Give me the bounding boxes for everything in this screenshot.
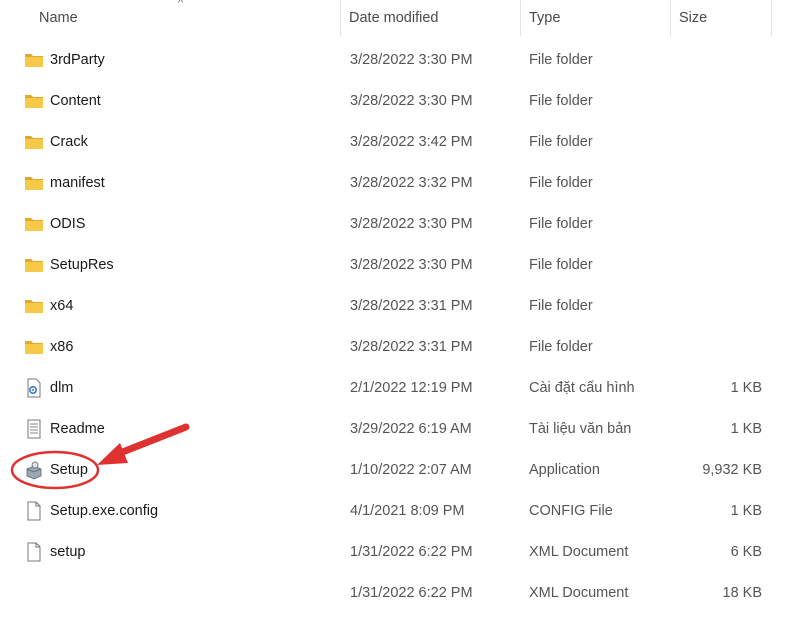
column-header-type[interactable]: Type [529, 0, 560, 36]
file-size [670, 208, 762, 240]
file-row-setup[interactable]: Setup 1/10/2022 2:07 AM Application 9,932 K… [0, 454, 787, 486]
column-header-date-modified[interactable]: Date modified [349, 0, 438, 36]
file-type: File folder [529, 216, 593, 232]
file-date-modified: 1/31/2022 6:22 PM [350, 585, 473, 601]
folder-icon [24, 50, 44, 70]
file-row[interactable]: ODIS 3/28/2022 3:30 PM File folder [0, 208, 787, 240]
file-size [670, 290, 762, 322]
file-date-modified: 2/1/2022 12:19 PM [350, 380, 473, 396]
file-type: File folder [529, 175, 593, 191]
file-row[interactable]: Content 3/28/2022 3:30 PM File folder [0, 85, 787, 117]
file-size [670, 331, 762, 363]
file-size: 9,932 KB [702, 462, 762, 478]
file-date-modified: 3/28/2022 3:30 PM [350, 216, 473, 232]
installer-app-icon [24, 460, 44, 480]
file-name: Content [50, 93, 101, 109]
file-size [670, 126, 762, 158]
folder-icon [24, 296, 44, 316]
file-type: XML Document [529, 544, 629, 560]
file-row[interactable]: 1/31/2022 6:22 PM XML Document 18 KB [0, 577, 787, 609]
sort-ascending-icon: ^ [178, 0, 184, 9]
file-name: dlm [50, 380, 74, 396]
file-row[interactable]: 3rdParty 3/28/2022 3:30 PM File folder [0, 44, 787, 76]
file-date-modified: 3/29/2022 6:19 AM [350, 421, 472, 437]
file-name: 3rdParty [50, 52, 105, 68]
file-type: CONFIG File [529, 503, 613, 519]
file-size [670, 249, 762, 281]
config-file-icon [24, 378, 44, 398]
folder-icon [24, 91, 44, 111]
file-size [670, 44, 762, 76]
folder-icon [24, 132, 44, 152]
file-name: Setup.exe.config [50, 503, 159, 519]
column-header-name[interactable]: Name [39, 0, 78, 36]
file-date-modified: 3/28/2022 3:31 PM [350, 298, 473, 314]
file-size: 6 KB [730, 544, 762, 560]
file-date-modified: 1/31/2022 6:22 PM [350, 544, 473, 560]
column-header-size[interactable]: Size [679, 0, 707, 36]
file-date-modified: 3/28/2022 3:42 PM [350, 134, 473, 150]
file-row[interactable]: x86 3/28/2022 3:31 PM File folder [0, 331, 787, 363]
file-date-modified: 3/28/2022 3:30 PM [350, 52, 473, 68]
file-name: Readme [50, 421, 105, 437]
file-name: setup [50, 544, 86, 560]
file-name: Crack [50, 134, 88, 150]
file-type: File folder [529, 298, 593, 314]
file-name: ODIS [50, 216, 86, 232]
column-divider[interactable] [771, 0, 772, 36]
file-size: 1 KB [730, 380, 762, 396]
file-row[interactable]: Readme 3/29/2022 6:19 AM Tài liệu văn bản 1… [0, 413, 787, 445]
file-name: SetupRes [50, 257, 114, 273]
file-type: File folder [529, 134, 593, 150]
file-date-modified: 3/28/2022 3:32 PM [350, 175, 473, 191]
file-type: Tài liệu văn bản [529, 421, 632, 437]
file-type: Application [529, 462, 600, 478]
folder-icon [24, 214, 44, 234]
folder-icon [24, 337, 44, 357]
file-type: File folder [529, 257, 593, 273]
file-row[interactable]: setup 1/31/2022 6:22 PM XML Document 6 KB [0, 536, 787, 568]
file-row[interactable]: Setup.exe.config 4/1/2021 8:09 PM CONFIG F… [0, 495, 787, 527]
folder-icon [24, 173, 44, 193]
file-row[interactable]: x64 3/28/2022 3:31 PM File folder [0, 290, 787, 322]
file-row[interactable]: manifest 3/28/2022 3:32 PM File folder [0, 167, 787, 199]
file-date-modified: 3/28/2022 3:31 PM [350, 339, 473, 355]
file-size: 1 KB [730, 503, 762, 519]
column-divider[interactable] [340, 0, 341, 36]
file-date-modified: 3/28/2022 3:30 PM [350, 257, 473, 273]
file-type: File folder [529, 339, 593, 355]
file-name: manifest [50, 175, 105, 191]
column-divider[interactable] [520, 0, 521, 36]
file-size [670, 167, 762, 199]
file-size: 1 KB [730, 421, 762, 437]
file-name: x86 [50, 339, 74, 355]
file-date-modified: 1/10/2022 2:07 AM [350, 462, 472, 478]
blank-file-icon [24, 501, 44, 521]
file-type: File folder [529, 52, 593, 68]
column-divider[interactable] [670, 0, 671, 36]
column-header-bar: Name ^ Date modified Type Size [0, 0, 787, 36]
file-date-modified: 4/1/2021 8:09 PM [350, 503, 465, 519]
file-type: XML Document [529, 585, 629, 601]
text-document-icon [24, 419, 44, 439]
folder-icon [24, 255, 44, 275]
blank-file-icon [24, 542, 44, 562]
file-name: Setup [50, 462, 88, 478]
file-type: File folder [529, 93, 593, 109]
file-size: 18 KB [722, 585, 763, 601]
file-size [670, 85, 762, 117]
file-row[interactable]: Crack 3/28/2022 3:42 PM File folder [0, 126, 787, 158]
file-name: x64 [50, 298, 74, 314]
file-row[interactable]: SetupRes 3/28/2022 3:30 PM File folder [0, 249, 787, 281]
file-date-modified: 3/28/2022 3:30 PM [350, 93, 473, 109]
file-row[interactable]: dlm 2/1/2022 12:19 PM Cài đặt cấu hình 1 KB [0, 372, 787, 404]
file-type: Cài đặt cấu hình [529, 380, 635, 396]
